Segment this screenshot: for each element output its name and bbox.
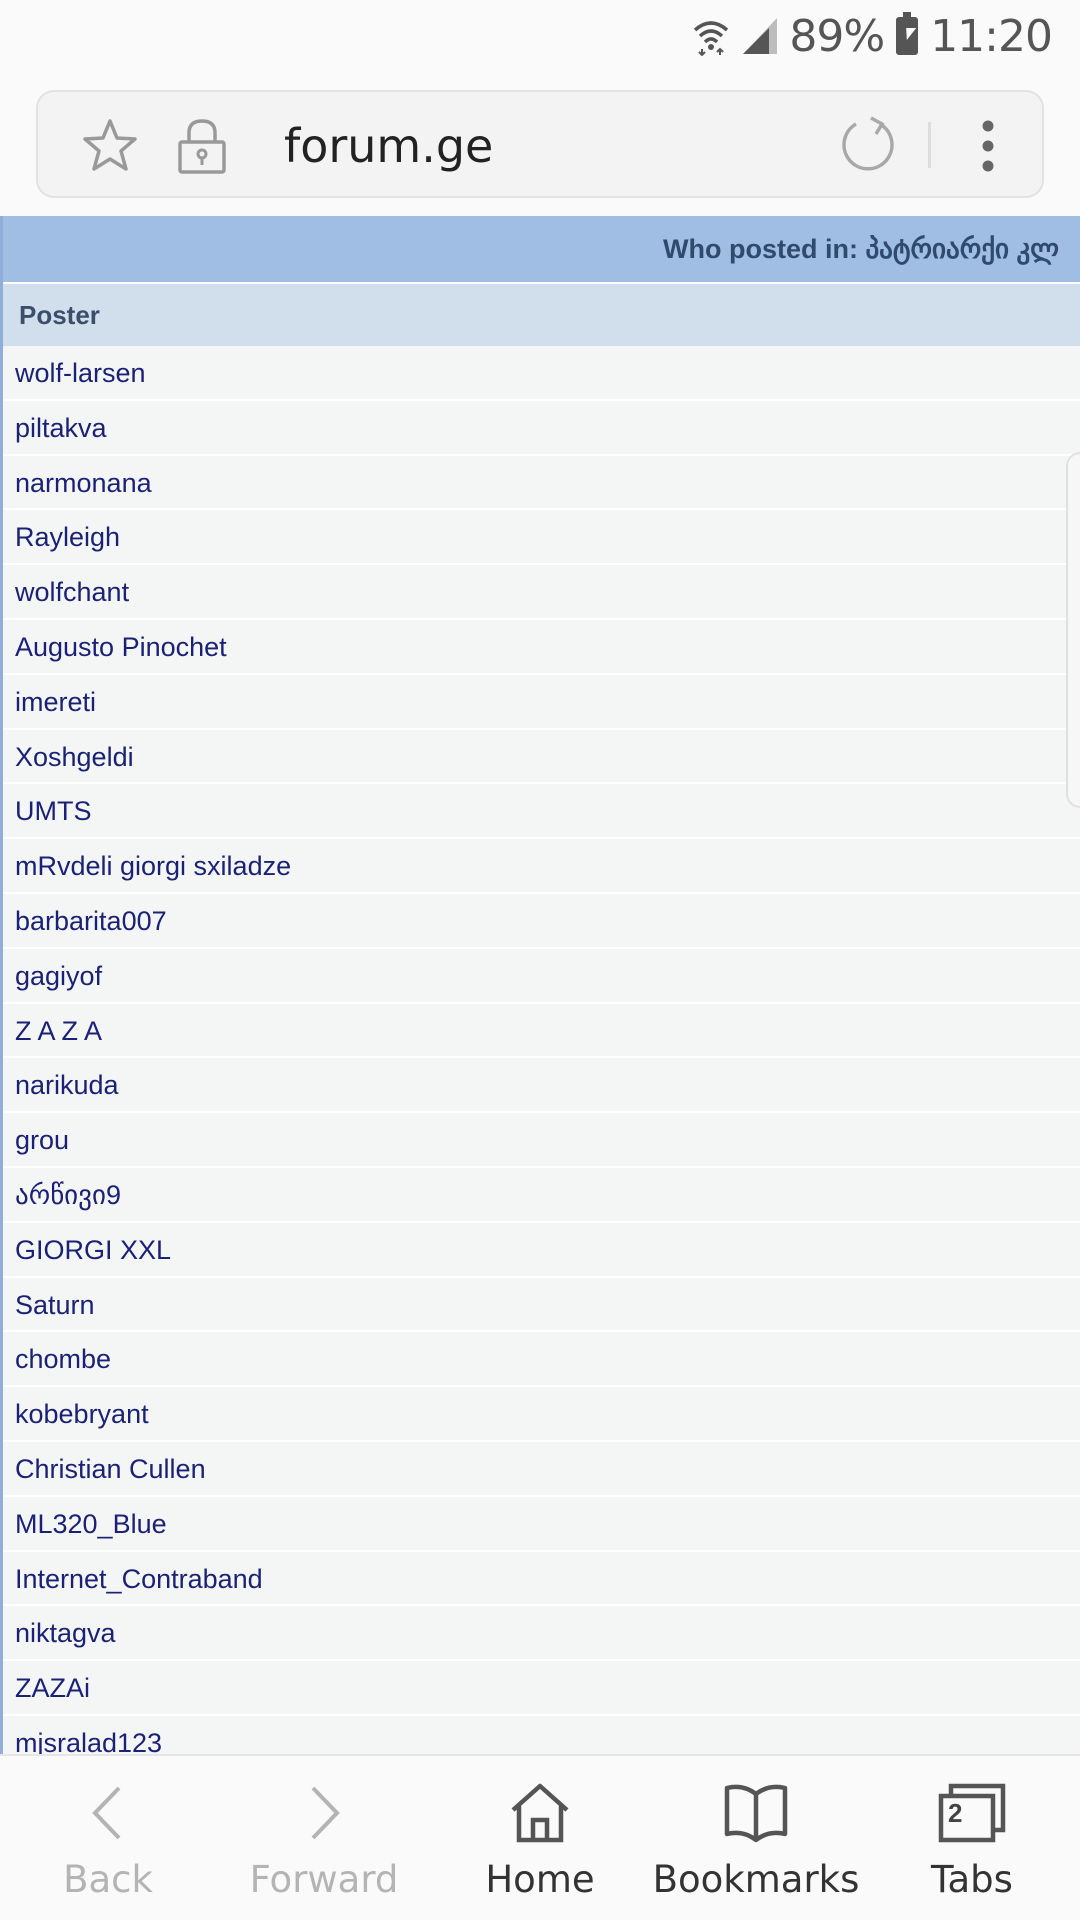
poster-link[interactable]: wolf-larsen bbox=[3, 346, 1080, 401]
more-menu-icon[interactable] bbox=[978, 118, 998, 174]
forward-arrow-icon bbox=[311, 1786, 340, 1840]
poster-link[interactable]: barbarita007 bbox=[3, 893, 1080, 949]
lock-icon[interactable] bbox=[176, 116, 228, 176]
poster-link[interactable]: Rayleigh bbox=[3, 510, 1080, 566]
poster-link[interactable]: Augusto Pinochet bbox=[3, 619, 1080, 675]
tabs-count: 2 bbox=[948, 1798, 963, 1828]
poster-link[interactable]: mRvdeli giorgi sxiladze bbox=[3, 839, 1080, 894]
star-icon[interactable] bbox=[80, 116, 140, 176]
poster-link[interactable]: Saturn bbox=[3, 1277, 1080, 1333]
url-text[interactable]: forum.ge bbox=[284, 116, 493, 176]
poster-list: wolf-larsen piltakva narmonana Rayleigh wolf… bbox=[3, 346, 1080, 1754]
topic-title: Who posted in: პატრიარქი კლ bbox=[663, 234, 1060, 264]
poster-link[interactable]: ZAZAi bbox=[3, 1661, 1080, 1716]
poster-link[interactable]: chombe bbox=[3, 1332, 1080, 1388]
poster-link[interactable]: Christian Cullen bbox=[3, 1441, 1080, 1497]
tabs-label: Tabs bbox=[931, 1858, 1013, 1901]
web-content[interactable]: Who posted in: პატრიარქი კლ Poster wolf-… bbox=[0, 216, 1080, 1754]
home-button[interactable]: Home bbox=[432, 1756, 648, 1920]
tabs-button[interactable]: 2 Tabs bbox=[864, 1756, 1080, 1920]
poster-link[interactable]: Z A Z A bbox=[3, 1003, 1080, 1059]
poster-link[interactable]: imereti bbox=[3, 674, 1080, 730]
poster-link[interactable]: kobebryant bbox=[3, 1387, 1080, 1442]
back-label: Back bbox=[63, 1858, 153, 1901]
poster-link[interactable]: niktagva bbox=[3, 1606, 1080, 1662]
url-divider bbox=[928, 122, 931, 168]
forward-label: Forward bbox=[249, 1858, 399, 1901]
poster-link[interactable]: wolfchant bbox=[3, 565, 1080, 620]
reload-icon[interactable] bbox=[838, 114, 898, 174]
home-icon bbox=[511, 1783, 569, 1843]
poster-column-header: Poster bbox=[3, 284, 1080, 346]
poster-link[interactable]: gagiyof bbox=[3, 948, 1080, 1004]
bookmarks-book-icon bbox=[724, 1784, 788, 1843]
battery-icon bbox=[896, 12, 919, 55]
bookmarks-button[interactable]: Bookmarks bbox=[648, 1756, 864, 1920]
poster-link[interactable]: GIORGI XXL bbox=[3, 1222, 1080, 1278]
poster-link[interactable]: narikuda bbox=[3, 1058, 1080, 1114]
home-label: Home bbox=[485, 1858, 595, 1901]
poster-link[interactable]: piltakva bbox=[3, 400, 1080, 456]
clock: 11:20 bbox=[930, 10, 1053, 62]
poster-link[interactable]: არწივი9 bbox=[3, 1167, 1080, 1223]
poster-link[interactable]: UMTS bbox=[3, 784, 1080, 840]
status-icons: 89% 11:20 bbox=[691, 8, 1053, 64]
bottom-toolbar: Back Forward Home Bookmarks 2 Tabs bbox=[0, 1754, 1080, 1920]
forward-button[interactable]: Forward bbox=[216, 1756, 432, 1920]
bookmarks-label: Bookmarks bbox=[652, 1858, 860, 1901]
poster-link[interactable]: Internet_Contraband bbox=[3, 1551, 1080, 1607]
poster-link[interactable]: grou bbox=[3, 1113, 1080, 1168]
url-bar[interactable]: forum.ge bbox=[36, 90, 1044, 198]
topic-header: Who posted in: პატრიარქი კლ bbox=[3, 216, 1080, 284]
poster-link[interactable]: ML320_Blue bbox=[3, 1496, 1080, 1552]
scroll-handle[interactable] bbox=[1066, 452, 1080, 808]
back-button[interactable]: Back bbox=[0, 1756, 216, 1920]
signal-icon bbox=[743, 18, 778, 54]
battery-percent: 89% bbox=[789, 10, 885, 62]
poster-link[interactable]: narmonana bbox=[3, 455, 1080, 511]
wifi-icon bbox=[694, 21, 729, 56]
status-bar: 89% 11:20 bbox=[0, 0, 1080, 72]
back-arrow-icon bbox=[92, 1786, 121, 1840]
poster-link[interactable]: mjsralad123 bbox=[3, 1715, 1080, 1754]
poster-link[interactable]: Xoshgeldi bbox=[3, 729, 1080, 785]
